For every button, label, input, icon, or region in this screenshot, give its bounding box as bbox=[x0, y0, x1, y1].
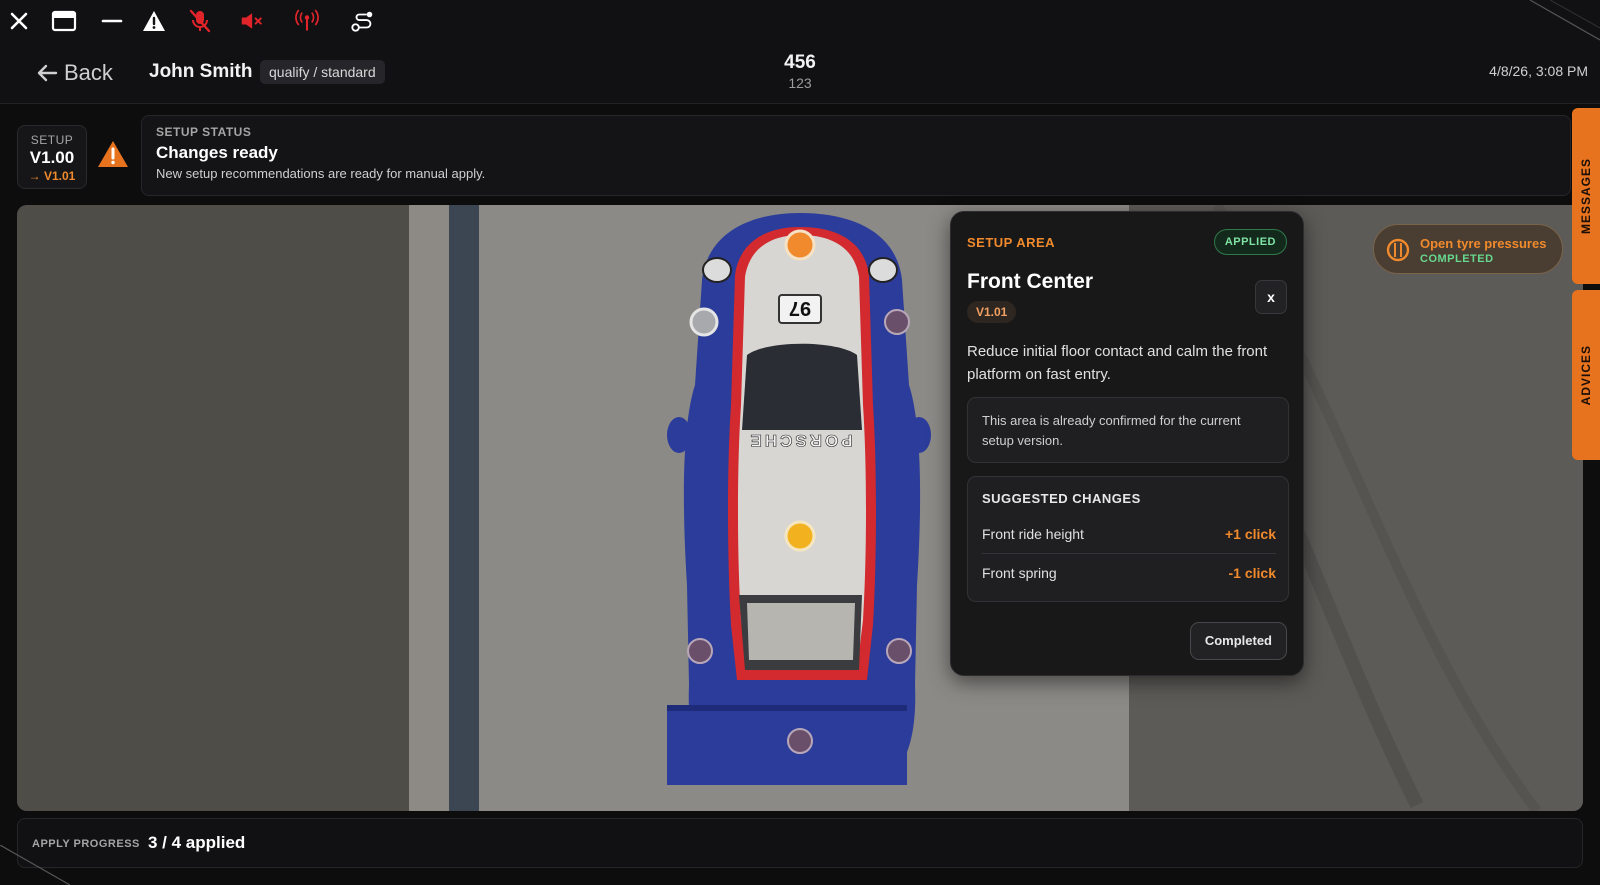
setup-marker-rear-left[interactable] bbox=[687, 638, 713, 664]
speaker-muted-icon[interactable] bbox=[240, 8, 266, 34]
session-header: Back John Smith qualify / standard 456 1… bbox=[0, 42, 1600, 104]
change-row: Front spring -1 click bbox=[982, 554, 1276, 592]
tab-advices-label: ADVICES bbox=[1579, 344, 1593, 406]
mic-muted-icon[interactable] bbox=[187, 8, 213, 34]
change-value: +1 click bbox=[1225, 526, 1276, 542]
status-label: SETUP STATUS bbox=[156, 125, 252, 139]
back-button[interactable]: Back bbox=[36, 58, 113, 88]
setup-version-box: SETUP V1.00 → V1.01 bbox=[17, 125, 87, 189]
panel-title: Front Center bbox=[967, 270, 1093, 293]
corner-decoration bbox=[0, 845, 71, 885]
close-panel-button[interactable]: x bbox=[1255, 280, 1287, 314]
setup-marker-rear-right[interactable] bbox=[886, 638, 912, 664]
apply-progress-bar: APPLY PROGRESS 3 / 4 applied bbox=[17, 818, 1583, 868]
car-scene: 97 PORSCHE bbox=[17, 205, 1583, 811]
version-chip: V1.01 bbox=[967, 301, 1017, 323]
track-grass bbox=[17, 205, 409, 811]
change-name: Front ride height bbox=[982, 526, 1084, 542]
setup-label: SETUP bbox=[30, 133, 74, 147]
close-icon[interactable] bbox=[6, 8, 32, 34]
setup-next-version: → V1.01 bbox=[28, 169, 76, 183]
setup-area-panel: SETUP AREA APPLIED Front Center V1.01 x … bbox=[950, 211, 1304, 676]
confirmation-note: This area is already confirmed for the c… bbox=[967, 397, 1289, 463]
tyre-icon bbox=[1386, 238, 1410, 262]
corner-decoration bbox=[1529, 0, 1600, 41]
top-toolbar bbox=[0, 0, 1600, 42]
tab-messages-label: MESSAGES bbox=[1579, 157, 1593, 234]
completed-button[interactable]: Completed bbox=[1189, 622, 1287, 660]
change-name: Front spring bbox=[982, 565, 1057, 581]
arrow-left-icon bbox=[37, 64, 58, 82]
suggested-changes-box: SUGGESTED CHANGES Front ride height +1 c… bbox=[967, 476, 1289, 602]
tyre-title: Open tyre pressures bbox=[1420, 236, 1547, 251]
car-brand: PORSCHE bbox=[747, 431, 852, 450]
session-badge: qualify / standard bbox=[260, 60, 385, 84]
tab-advices[interactable]: ADVICES bbox=[1572, 290, 1600, 460]
change-value: -1 click bbox=[1228, 565, 1276, 581]
setup-marker-rear-center[interactable] bbox=[787, 728, 813, 754]
setup-marker-front-center[interactable] bbox=[784, 229, 816, 261]
open-tyre-pressures-button[interactable]: Open tyre pressures COMPLETED bbox=[1373, 224, 1563, 274]
progress-value: 3 / 4 applied bbox=[148, 833, 246, 852]
change-row: Front ride height +1 click bbox=[982, 515, 1276, 553]
window-icon[interactable] bbox=[51, 8, 77, 34]
car-viewport: 97 PORSCHE bbox=[17, 205, 1583, 811]
datetime: 4/8/26, 3:08 PM bbox=[1489, 63, 1588, 79]
panel-description: Reduce initial floor contact and calm th… bbox=[967, 343, 1268, 383]
track-curb bbox=[409, 205, 449, 811]
center-secondary-value: 123 bbox=[788, 75, 812, 91]
race-car: 97 PORSCHE bbox=[667, 213, 931, 785]
back-label: Back bbox=[64, 60, 113, 85]
status-description: New setup recommendations are ready for … bbox=[156, 166, 486, 181]
driver-name: John Smith bbox=[149, 61, 253, 82]
antenna-icon[interactable] bbox=[294, 8, 320, 34]
setup-current-version: V1.00 bbox=[29, 148, 75, 167]
track-line bbox=[449, 205, 479, 811]
tyre-status: COMPLETED bbox=[1420, 253, 1494, 265]
minimize-icon[interactable] bbox=[99, 8, 125, 34]
car-number: 97 bbox=[789, 297, 811, 319]
route-icon[interactable] bbox=[350, 8, 376, 34]
panel-label: SETUP AREA bbox=[967, 235, 1056, 250]
setup-marker-center[interactable] bbox=[784, 520, 816, 552]
setup-marker-front-right[interactable] bbox=[884, 309, 910, 335]
center-primary-value: 456 bbox=[784, 52, 816, 73]
warning-icon bbox=[98, 141, 128, 167]
setup-marker-front-left[interactable] bbox=[689, 307, 719, 337]
warning-icon[interactable] bbox=[141, 8, 167, 34]
tab-messages[interactable]: MESSAGES bbox=[1572, 108, 1600, 284]
status-title: Changes ready bbox=[156, 143, 278, 162]
setup-status-box: SETUP STATUS Changes ready New setup rec… bbox=[141, 115, 1571, 196]
changes-title: SUGGESTED CHANGES bbox=[982, 491, 1141, 506]
status-badge: APPLIED bbox=[1213, 229, 1287, 255]
